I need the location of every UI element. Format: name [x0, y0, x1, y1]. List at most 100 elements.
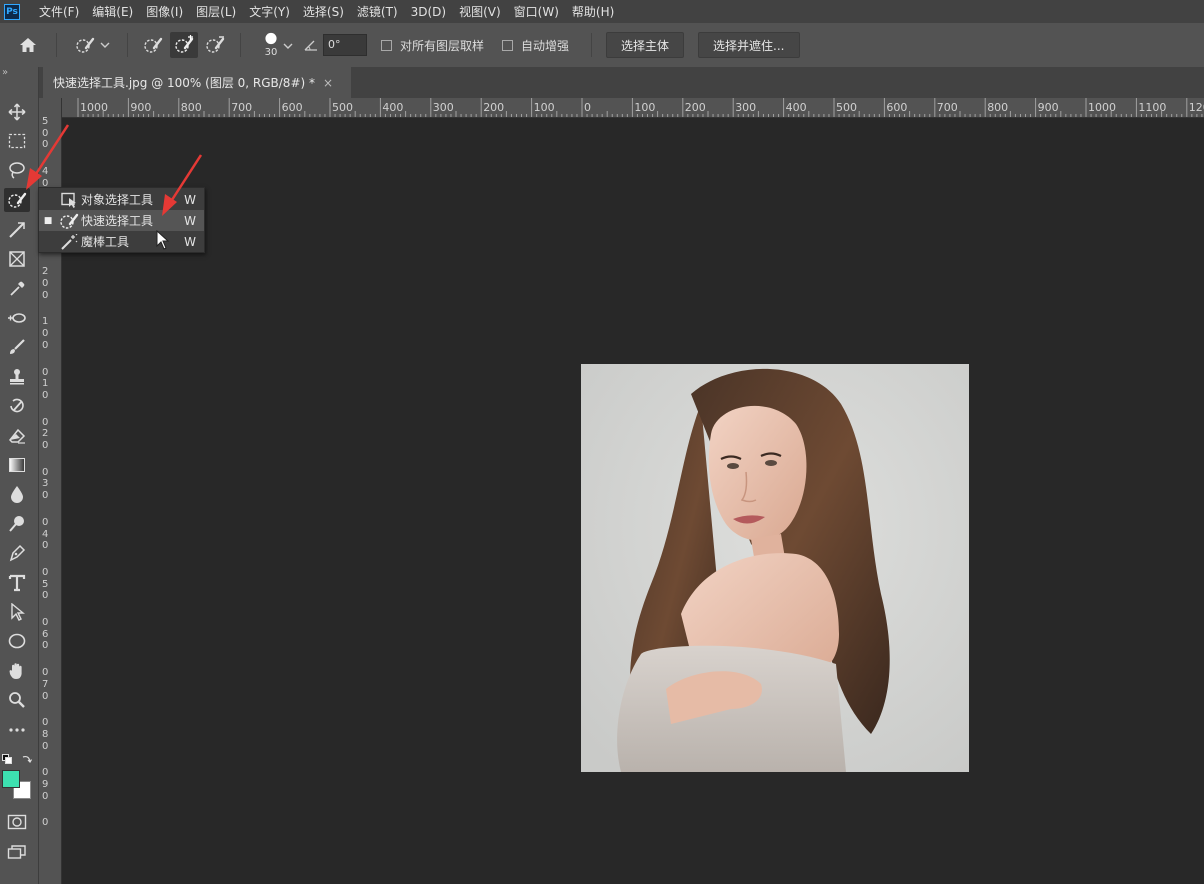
tool-brush[interactable]: [4, 335, 30, 359]
flyout-item-magic-wand[interactable]: 魔棒工具 W: [39, 231, 204, 252]
tool-ellipse[interactable]: [4, 629, 30, 653]
menu-window[interactable]: 窗口(W): [509, 3, 567, 20]
ruler-tick-label: 6: [42, 628, 49, 640]
panel-collapse-button[interactable]: »: [2, 67, 8, 78]
new-selection-button[interactable]: [138, 32, 168, 58]
tool-zoom[interactable]: [4, 688, 30, 712]
tool-lasso[interactable]: [4, 158, 30, 182]
move-icon: [8, 103, 26, 121]
tool-more[interactable]: [4, 718, 30, 742]
menu-3d[interactable]: 3D(D): [406, 5, 454, 19]
menu-image[interactable]: 图像(I): [141, 3, 191, 20]
screen-mode-icon: [7, 845, 26, 859]
home-button[interactable]: [10, 32, 46, 58]
ruler-tick-label: 800: [987, 101, 1009, 114]
tool-gradient[interactable]: [4, 453, 30, 477]
tool-healing-brush[interactable]: [4, 306, 30, 330]
brush-tip-icon: [265, 32, 277, 45]
ruler-tick-label: 0: [42, 278, 49, 289]
ruler-tick-label: 0: [42, 640, 49, 652]
default-colors-button[interactable]: [2, 749, 12, 764]
ruler-tick-label: 3: [42, 478, 49, 490]
foreground-color-swatch[interactable]: [2, 770, 20, 788]
menu-file[interactable]: 文件(F): [34, 3, 87, 20]
menu-layer[interactable]: 图层(L): [191, 3, 244, 20]
ruler-tick-label: 200: [684, 101, 706, 114]
ruler-tick-label: 2: [42, 428, 49, 440]
tool-quick-selection[interactable]: [4, 188, 30, 212]
menu-type[interactable]: 文字(Y): [244, 3, 298, 20]
tools-panel: »: [0, 67, 39, 884]
ruler-tick-label: 1000: [1088, 101, 1116, 114]
tool-pen[interactable]: [4, 541, 30, 565]
tool-blur[interactable]: [4, 482, 30, 506]
ruler-tick-label: 700: [231, 101, 253, 114]
ruler-tick-label: 1000: [80, 101, 108, 114]
flyout-item-object-selection[interactable]: 对象选择工具 W: [39, 189, 204, 210]
select-and-mask-button[interactable]: 选择并遮住...: [698, 32, 800, 58]
ruler-tick-label: 0: [42, 540, 49, 552]
ruler-tick-label: 300: [735, 101, 757, 114]
swap-colors-button[interactable]: [22, 749, 33, 763]
sample-all-layers-checkbox[interactable]: 对所有图层取样: [381, 37, 484, 54]
ruler-tick-label: 0: [42, 440, 49, 451]
tool-history-brush[interactable]: [4, 394, 30, 418]
tool-move[interactable]: [4, 100, 30, 124]
subtract-from-selection-button[interactable]: [200, 32, 230, 58]
ruler-tick-label: 7: [42, 678, 49, 690]
tool-preset-picker[interactable]: [67, 32, 117, 58]
tool-eyedropper[interactable]: [4, 277, 30, 301]
menu-edit[interactable]: 编辑(E): [87, 3, 141, 20]
tool-frame[interactable]: [4, 247, 30, 271]
quick-selection-add-icon: [175, 35, 194, 53]
magic-wand-icon: [57, 233, 81, 250]
ruler-tick-label: 500: [332, 101, 353, 114]
spot-healing-icon: [8, 313, 26, 323]
options-bar: 30 0° 对所有图层取样 自动增强 选择主体 选择并遮住...: [0, 23, 1204, 67]
ruler-tick-label: 8: [42, 728, 49, 740]
tool-crop[interactable]: [4, 218, 30, 242]
quick-selection-icon: [8, 192, 27, 208]
select-subject-button[interactable]: 选择主体: [606, 32, 685, 58]
rectangle-marquee-icon: [8, 133, 26, 149]
history-brush-icon: [10, 398, 24, 413]
document-tab[interactable]: 快速选择工具.jpg @ 100% (图层 0, RGB/8#) * ×: [43, 67, 351, 98]
brush-size-value: 30: [264, 47, 278, 58]
menu-select[interactable]: 选择(S): [298, 3, 352, 20]
ruler-tick-label: 0: [42, 740, 49, 752]
pen-icon: [9, 544, 26, 562]
tool-eraser[interactable]: [4, 424, 30, 448]
menu-filter[interactable]: 滤镜(T): [352, 3, 406, 20]
ruler-tick-label: 0: [42, 590, 49, 602]
ruler-tick-label: 500: [836, 101, 857, 114]
tool-hand[interactable]: [4, 659, 30, 683]
ruler-tick-label: 0: [42, 717, 49, 729]
tool-screen-mode[interactable]: [4, 840, 30, 864]
shortcut-key: W: [184, 213, 196, 228]
ruler-tick-label: 1100: [1138, 101, 1167, 114]
ruler-tick-label: 4: [42, 166, 49, 178]
menu-view[interactable]: 视图(V): [454, 3, 509, 20]
sample-all-layers-label: 对所有图层取样: [400, 38, 485, 53]
tool-dodge[interactable]: [4, 512, 30, 536]
more-dots-icon: [9, 728, 25, 732]
tool-clone-stamp[interactable]: [4, 365, 30, 389]
flyout-item-quick-selection[interactable]: ■ 快速选择工具 W: [39, 210, 204, 231]
brush-size-picker[interactable]: 30: [251, 32, 293, 58]
photoshop-logo: Ps: [4, 3, 20, 20]
add-to-selection-button[interactable]: [170, 32, 198, 58]
close-icon[interactable]: ×: [323, 76, 333, 90]
document-image[interactable]: [581, 364, 969, 772]
angle-input[interactable]: 0°: [323, 34, 367, 56]
tool-type[interactable]: [4, 571, 30, 595]
lasso-icon: [9, 162, 25, 179]
swap-arrow-icon: [22, 755, 33, 763]
ruler-tick-label: 300: [432, 101, 454, 114]
auto-enhance-checkbox[interactable]: 自动增强: [502, 37, 569, 54]
document-tab-title: 快速选择工具.jpg @ 100% (图层 0, RGB/8#) *: [53, 76, 315, 90]
ruler-tick-label: 100: [634, 101, 656, 114]
menu-help[interactable]: 帮助(H): [567, 3, 622, 20]
tool-quick-mask[interactable]: [4, 810, 30, 834]
tool-path-selection[interactable]: [4, 600, 30, 624]
tool-marquee[interactable]: [4, 129, 30, 153]
